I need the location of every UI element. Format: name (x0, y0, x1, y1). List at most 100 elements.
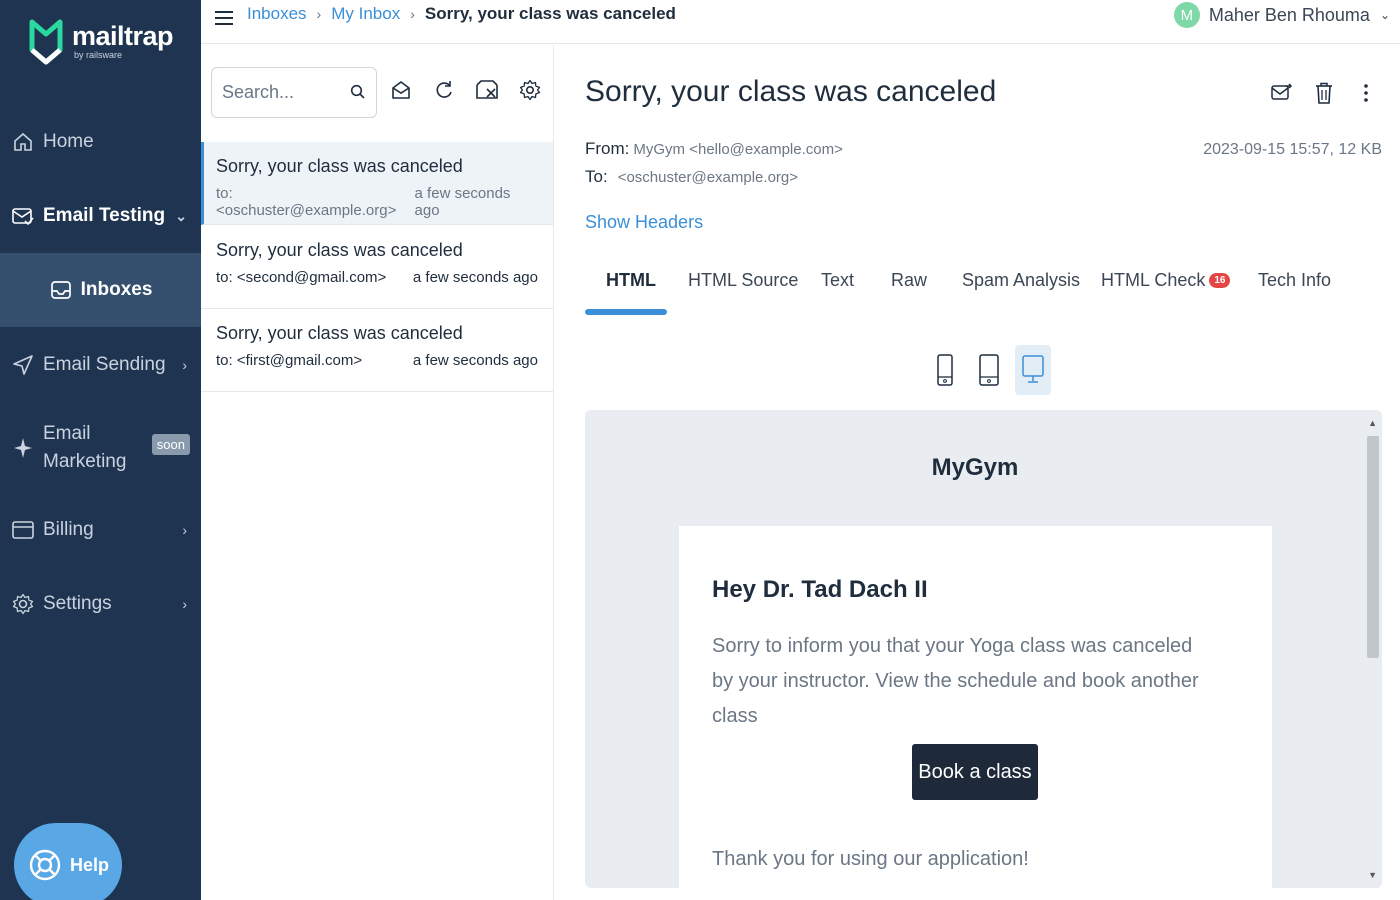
device-switcher (927, 345, 1059, 395)
email-thanks: Thank you for using our application! (712, 848, 1029, 870)
brand-name: mailtrap (72, 21, 174, 51)
message-subject: Sorry, your class was canceled (216, 323, 463, 343)
message-subject: Sorry, your class was canceled (216, 240, 463, 260)
message-detail-pane: Sorry, your class was canceled From: MyGy… (555, 45, 1400, 900)
message-recipient: to: <oschuster@example.org> (216, 185, 397, 219)
home-icon (11, 130, 35, 154)
message-time: a few seconds ago (412, 269, 538, 286)
sidebar-item-settings[interactable]: Settings › (0, 582, 201, 626)
breadcrumb-separator-icon: › (316, 6, 322, 22)
billing-icon (11, 518, 35, 542)
from-label: From: (585, 139, 630, 158)
sidebar: mailtrap by railsware Home Email Testing… (0, 0, 201, 900)
sidebar-item-billing[interactable]: Billing › (0, 508, 201, 552)
sparkle-icon (11, 436, 35, 460)
sidebar-item-label: Email Testing (43, 205, 166, 226)
chevron-right-icon: › (182, 596, 187, 612)
inbox-icon (49, 278, 73, 302)
message-time: a few seconds ago (412, 352, 538, 369)
mobile-view-icon[interactable] (927, 345, 963, 395)
email-card: Hey Dr. Tad Dach II Sorry to inform you … (679, 526, 1272, 888)
mailtrap-logo[interactable]: mailtrap by railsware (28, 14, 174, 68)
chevron-down-icon: ⌄ (1379, 8, 1390, 22)
mailtrap-logo-icon (29, 19, 63, 65)
tab-html-source[interactable]: HTML Source (688, 267, 798, 294)
mark-read-icon[interactable] (388, 77, 414, 103)
from-value: MyGym <hello@example.com> (633, 141, 843, 158)
message-subject: Sorry, your class was canceled (216, 156, 463, 176)
tab-spam-analysis[interactable]: Spam Analysis (962, 267, 1080, 294)
preview-scrollbar[interactable]: ▲ ▼ (1364, 410, 1382, 888)
active-tab-indicator (585, 309, 667, 315)
message-date-size: 2023-09-15 15:57, 12 KB (1203, 141, 1382, 158)
to-label: To: (585, 167, 608, 186)
breadcrumb: Inboxes › My Inbox › Sorry, your class w… (247, 4, 676, 24)
sidebar-item-email-testing[interactable]: Email Testing ⌄ (0, 194, 201, 238)
chevron-right-icon: › (182, 522, 187, 538)
email-brand: MyGym (931, 454, 1019, 481)
sidebar-item-label: Settings (43, 593, 112, 614)
help-button[interactable]: Help (14, 823, 122, 900)
to-line: To: <oschuster@example.org> (585, 167, 798, 187)
trash-icon[interactable] (1312, 81, 1336, 105)
breadcrumb-separator-icon: › (410, 6, 415, 22)
breadcrumb-current: Sorry, your class was canceled (424, 4, 676, 23)
user-name: Maher Ben Rhouma (1208, 4, 1370, 25)
list-item[interactable]: Sorry, your class was canceled to: <seco… (201, 226, 553, 309)
desktop-view-icon[interactable] (1015, 345, 1051, 395)
sidebar-item-label: Home (43, 131, 94, 152)
chevron-down-icon: ⌄ (175, 207, 187, 224)
list-item[interactable]: Sorry, your class was canceled to: <firs… (201, 309, 553, 392)
clear-inbox-icon[interactable] (474, 77, 500, 103)
sidebar-item-home[interactable]: Home (0, 120, 201, 164)
tab-html-check[interactable]: HTML Check 16 (1101, 267, 1231, 294)
soon-badge: soon (151, 434, 190, 455)
scroll-up-icon[interactable]: ▲ (1368, 418, 1377, 428)
sidebar-item-email-marketing[interactable]: Email Marketing soon (0, 420, 201, 476)
message-recipient: to: <first@gmail.com> (216, 352, 363, 369)
sidebar-item-label: Email Sending (43, 354, 166, 375)
tab-raw[interactable]: Raw (891, 267, 927, 294)
search-input[interactable] (222, 82, 342, 103)
user-menu[interactable]: M Maher Ben Rhouma ⌄ (1173, 2, 1390, 28)
message-title: Sorry, your class was canceled (585, 75, 997, 108)
html-check-badge: 16 (1209, 273, 1231, 288)
breadcrumb-my-inbox[interactable]: My Inbox (331, 4, 400, 24)
lifebuoy-icon (29, 849, 61, 881)
gear-icon[interactable] (517, 77, 543, 103)
sidebar-item-label: Billing (43, 519, 94, 540)
sidebar-item-label: Email (43, 423, 91, 444)
refresh-icon[interactable] (431, 77, 457, 103)
tab-html[interactable]: HTML (606, 267, 656, 294)
chevron-right-icon: › (182, 357, 187, 373)
search-icon[interactable] (350, 84, 366, 100)
list-toolbar (388, 77, 560, 103)
message-tabs: HTML HTML Source Text Raw Spam Analysis … (585, 267, 1385, 317)
tab-text[interactable]: Text (821, 267, 854, 294)
list-item[interactable]: Sorry, your class was canceled to: <osch… (201, 142, 553, 225)
message-recipient: to: <second@gmail.com> (216, 269, 387, 286)
forward-icon[interactable] (1270, 81, 1294, 105)
scroll-down-icon[interactable]: ▼ (1368, 870, 1377, 880)
sidebar-item-label-2: Marketing (43, 451, 127, 472)
topbar: Inboxes › My Inbox › Sorry, your class w… (201, 0, 1400, 44)
book-class-button[interactable]: Book a class (912, 744, 1038, 800)
scroll-thumb[interactable] (1367, 436, 1379, 658)
email-body: Sorry to inform you that your Yoga class… (712, 635, 1199, 727)
menu-icon[interactable] (215, 7, 233, 29)
message-time: a few seconds ago (414, 185, 511, 219)
breadcrumb-inboxes[interactable]: Inboxes (247, 4, 307, 24)
search-box[interactable] (211, 67, 377, 118)
show-headers-link[interactable]: Show Headers (585, 212, 703, 233)
sidebar-item-inboxes[interactable]: Inboxes (0, 253, 201, 327)
help-label: Help (70, 854, 110, 875)
tablet-view-icon[interactable] (971, 345, 1007, 395)
tab-tech-info[interactable]: Tech Info (1258, 267, 1331, 294)
avatar: M (1173, 2, 1200, 28)
sidebar-item-email-sending[interactable]: Email Sending › (0, 343, 201, 387)
send-icon (11, 353, 35, 377)
more-options-icon[interactable] (1354, 81, 1378, 105)
from-line: From: MyGym <hello@example.com> (585, 139, 843, 159)
email-greeting: Hey Dr. Tad Dach II (712, 576, 928, 603)
message-list-pane: Sorry, your class was canceled to: <osch… (201, 45, 554, 900)
